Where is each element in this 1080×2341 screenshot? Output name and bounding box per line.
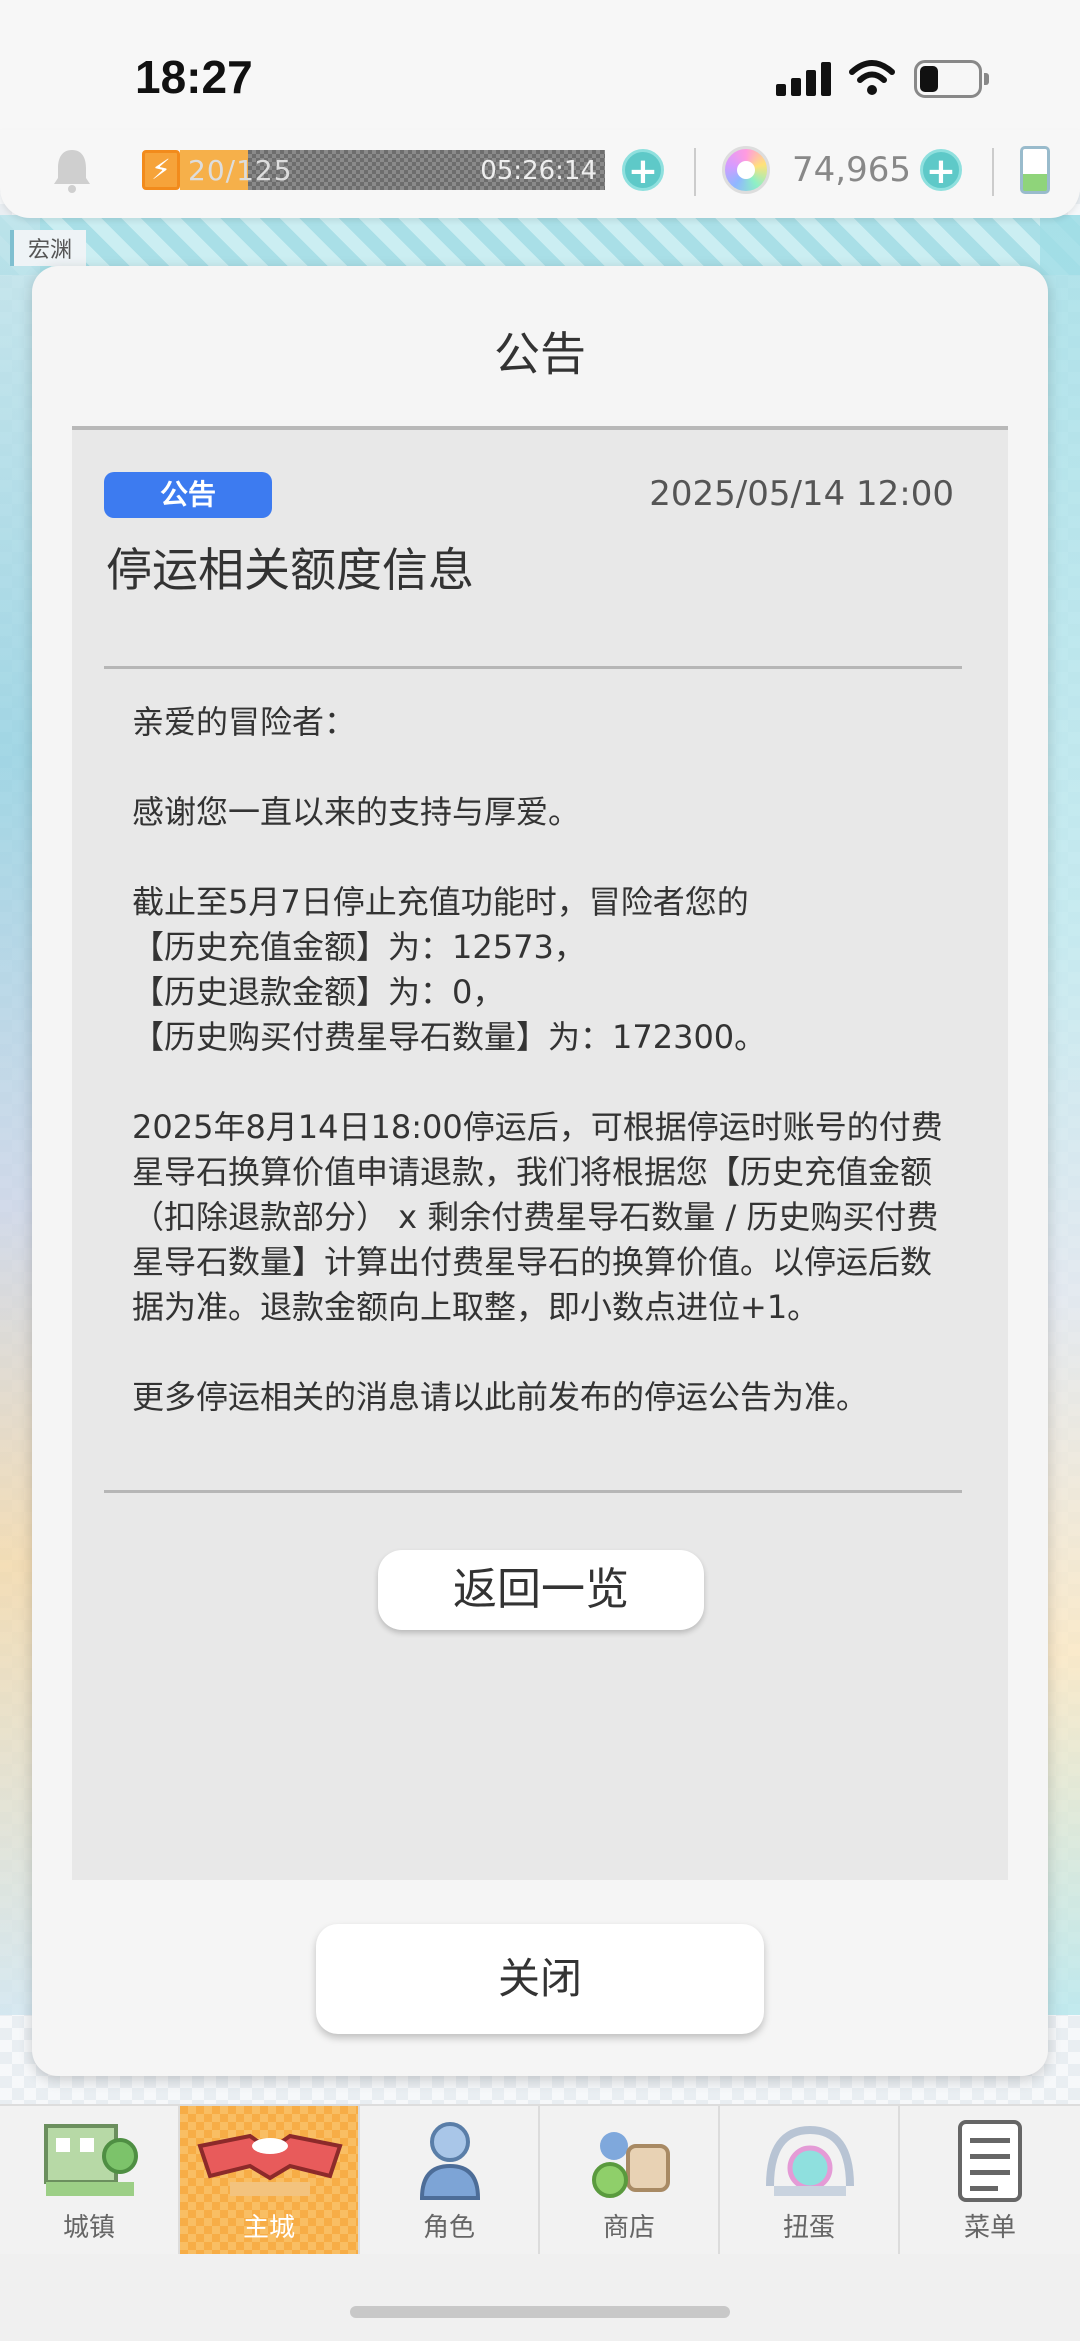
close-button[interactable]: 关闭 <box>316 1924 764 2034</box>
cellular-signal-icon <box>776 62 832 96</box>
back-to-list-button[interactable]: 返回一览 <box>378 1550 704 1630</box>
nav-label: 角色 <box>422 2213 475 2243</box>
announcement-modal: 公告 公告 2025/05/14 12:00 停运相关额度信息 亲爱的冒险者： … <box>32 266 1048 2076</box>
nav-item-character[interactable]: 角色 <box>360 2106 540 2256</box>
stamina-lightning-icon: ⚡ <box>142 150 180 190</box>
post-title: 停运相关额度信息 <box>106 543 474 597</box>
add-stamina-button[interactable]: + <box>622 149 664 192</box>
clock: 18:27 <box>135 51 253 103</box>
nav-item-menu[interactable]: 菜单 <box>900 2106 1080 2256</box>
bell-icon[interactable] <box>50 146 94 194</box>
add-gems-button[interactable]: + <box>920 149 962 192</box>
resource-bar: ⚡ 20/125 05:26:14 + 74,965 + <box>0 130 1080 218</box>
nav-label: 城镇 <box>62 2213 115 2243</box>
character-icon <box>419 2122 481 2200</box>
post-date: 2025/05/14 12:00 <box>649 474 954 514</box>
shop-icon <box>592 2132 670 2198</box>
nav-item-town[interactable]: 城镇 <box>0 2106 180 2256</box>
bottom-nav: 城镇 主城 角色 商店 扭蛋 菜单 <box>0 2104 1080 2256</box>
body-refund-amount: 【历史退款金额】为：0， <box>132 973 505 1011</box>
divider <box>992 148 994 196</box>
stamina-bar: 20/125 05:26:14 <box>180 150 605 190</box>
bottom-safe-area <box>0 2254 1080 2341</box>
gem-count: 74,965 <box>792 150 911 190</box>
wifi-icon <box>849 60 895 95</box>
divider-top <box>104 666 962 669</box>
stamina-timer: 05:26:14 <box>480 156 597 186</box>
body-thanks: 感谢您一直以来的支持与厚爱。 <box>132 793 581 831</box>
category-badge: 公告 <box>104 472 272 518</box>
gacha-icon <box>766 2125 854 2196</box>
region-label: 宏渊 <box>10 230 87 266</box>
device-battery-icon <box>1020 146 1050 194</box>
gem-icon <box>722 146 770 194</box>
home-indicator[interactable] <box>350 2306 730 2318</box>
battery-icon <box>914 60 990 98</box>
notice-panel: 公告 2025/05/14 12:00 停运相关额度信息 亲爱的冒险者： 感谢您… <box>72 426 1008 1880</box>
main-city-icon <box>197 2133 343 2196</box>
status-bar: 18:27 <box>0 0 1080 130</box>
post-body: 亲爱的冒险者： 感谢您一直以来的支持与厚爱。 截止至5月7日停止充值功能时，冒险… <box>132 700 952 1465</box>
nav-label: 菜单 <box>963 2213 1016 2243</box>
nav-label: 扭蛋 <box>782 2213 835 2243</box>
town-icon <box>44 2124 138 2196</box>
body-more-info: 更多停运相关的消息请以此前发布的停运公告为准。 <box>132 1378 869 1416</box>
nav-label: 商店 <box>602 2213 655 2243</box>
divider <box>694 148 696 196</box>
body-greeting: 亲爱的冒险者： <box>132 703 357 741</box>
divider-bottom <box>104 1490 962 1493</box>
menu-icon <box>958 2120 1022 2202</box>
modal-title: 公告 <box>494 327 586 381</box>
nav-label: 主城 <box>242 2213 295 2243</box>
body-intro: 截止至5月7日停止充值功能时，冒险者您的 <box>132 883 749 921</box>
nav-item-gacha[interactable]: 扭蛋 <box>720 2106 900 2256</box>
stamina-value: 20/125 <box>188 154 293 187</box>
body-recharge-amount: 【历史充值金额】为：12573， <box>132 928 586 966</box>
body-refund-rule: 2025年8月14日18:00停运后，可根据停运时账号的付费星导石换算价值申请退… <box>132 1108 943 1326</box>
nav-item-main-city[interactable]: 主城 <box>180 2106 360 2256</box>
body-purchase-amount: 【历史购买付费星导石数量】为：172300。 <box>132 1018 767 1056</box>
nav-item-shop[interactable]: 商店 <box>540 2106 720 2256</box>
